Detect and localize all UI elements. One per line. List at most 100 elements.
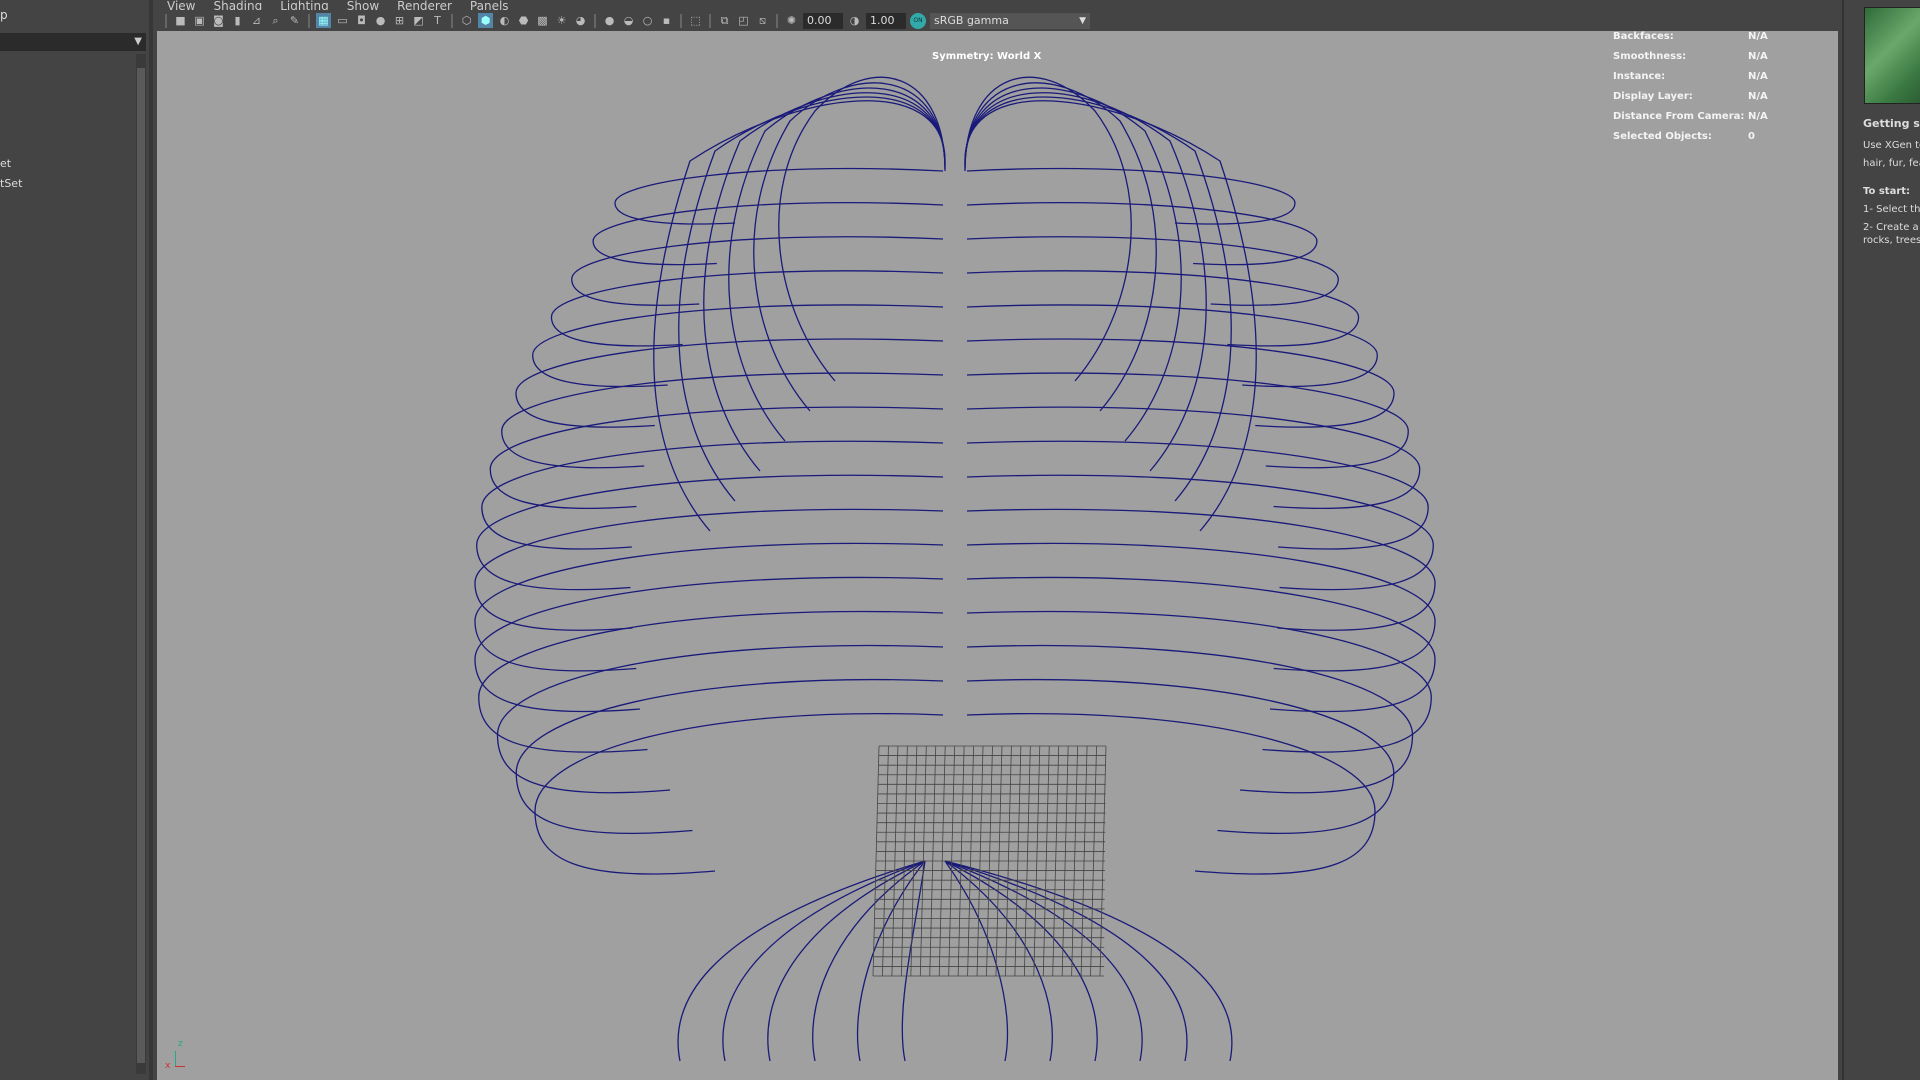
resolution-gate-icon[interactable]: ◘ xyxy=(354,13,369,28)
finger-curve xyxy=(856,860,926,1062)
hud-label: Distance From Camera: xyxy=(1613,111,1745,122)
description: Use XGen to xyxy=(1863,140,1920,151)
x-axis-label: x xyxy=(165,1061,171,1071)
wireframe-icon[interactable]: ⬡ xyxy=(459,13,474,28)
arch-curve xyxy=(753,82,946,412)
divider xyxy=(165,13,167,28)
viewport-toolbar: ■ ▣ ◙ ▮ ⊿ ⌕ ✎ ▦ ▭ ◘ ● ⊞ ◩ T ⬡ ⬢ ◐ ⬣ ▩ ☀ … xyxy=(157,10,1838,31)
chevron-down-icon: ▼ xyxy=(1079,15,1086,26)
xray-joints-icon[interactable]: ◰ xyxy=(736,13,751,28)
film-gate-icon[interactable]: ▭ xyxy=(335,13,350,28)
hud-label: Smoothness: xyxy=(1613,51,1687,62)
grease-pencil-icon[interactable]: ✎ xyxy=(287,13,302,28)
exposure-field[interactable]: 0.00 xyxy=(803,12,843,29)
safe-action-icon[interactable]: ◩ xyxy=(411,13,426,28)
step: 1- Select the xyxy=(1863,204,1920,215)
motion-blur-icon[interactable]: ◒ xyxy=(621,13,636,28)
hud-label: Backfaces: xyxy=(1613,31,1674,42)
arch-curve xyxy=(964,87,1182,442)
rib-curve xyxy=(966,474,1434,591)
rib-curve xyxy=(489,406,944,510)
divider xyxy=(776,13,778,28)
scrollbar[interactable] xyxy=(136,54,146,1074)
arch-curve xyxy=(964,96,1232,502)
lights-icon[interactable]: ☀ xyxy=(554,13,569,28)
color-space-select[interactable]: sRGB gamma ▼ xyxy=(930,12,1090,29)
symmetry-label: Symmetry: World X xyxy=(932,51,1042,62)
arch-curve xyxy=(653,100,946,532)
rib-curve xyxy=(966,372,1409,469)
arch-curve xyxy=(703,92,946,472)
color-management-toggle[interactable]: ON xyxy=(910,12,926,29)
rib-curve xyxy=(474,576,944,713)
rib-curve xyxy=(966,440,1429,550)
divider xyxy=(680,13,682,28)
rib-curve xyxy=(966,610,1432,753)
wireframe-on-shaded-icon[interactable]: ⬣ xyxy=(516,13,531,28)
lock-camera-icon[interactable]: ▣ xyxy=(192,13,207,28)
heading: Getting star xyxy=(1863,117,1920,130)
arch-curve xyxy=(778,76,946,382)
anti-aliasing-icon[interactable]: ○ xyxy=(640,13,655,28)
exposure-icon[interactable]: ✺ xyxy=(784,13,799,28)
hud-value: N/A xyxy=(1748,51,1768,62)
scrollbar-thumb[interactable] xyxy=(137,68,145,1063)
arch-curve xyxy=(678,96,946,502)
menu-shading[interactable]: Shading xyxy=(213,0,262,10)
rib-curve xyxy=(966,678,1395,835)
list-item[interactable]: et xyxy=(0,157,11,170)
smooth-shade-icon[interactable]: ⬢ xyxy=(478,13,493,28)
default-material-icon[interactable]: ◐ xyxy=(497,13,512,28)
menu-view[interactable]: View xyxy=(167,0,195,10)
2d-pan-zoom-icon[interactable]: ⌕ xyxy=(268,13,283,28)
rib-curve xyxy=(550,270,944,347)
xgen-preview-image xyxy=(1864,7,1920,104)
rib-curve xyxy=(592,201,944,266)
outliner-panel: p ▼ et tSet xyxy=(0,0,153,1080)
camera-icon[interactable]: ■ xyxy=(173,13,188,28)
image-plane-icon[interactable]: ⊿ xyxy=(249,13,264,28)
menu-show[interactable]: Show xyxy=(347,0,379,10)
divider xyxy=(308,13,310,28)
finger-curve xyxy=(901,860,926,1062)
hud-value: N/A xyxy=(1748,31,1768,42)
menu-panels[interactable]: Panels xyxy=(470,0,509,10)
gamma-icon[interactable]: ◑ xyxy=(847,13,862,28)
hud-value: N/A xyxy=(1748,71,1768,82)
camera-attributes-icon[interactable]: ◙ xyxy=(211,13,226,28)
gate-mask-icon[interactable]: ● xyxy=(373,13,388,28)
rib-curve xyxy=(481,440,944,550)
hud-label: Instance: xyxy=(1613,71,1666,82)
3d-viewport[interactable]: Symmetry: World X Backfaces: N/A Smoothn… xyxy=(157,31,1838,1080)
rib-curve xyxy=(532,304,944,388)
arch-curve xyxy=(964,100,1257,532)
divider xyxy=(594,13,596,28)
gamma-field[interactable]: 1.00 xyxy=(866,12,906,29)
depth-of-field-icon[interactable]: ▪ xyxy=(659,13,674,28)
rib-curve xyxy=(501,372,944,469)
rib-curve xyxy=(966,270,1360,347)
arch-curve xyxy=(964,76,1132,382)
field-chart-icon[interactable]: ⊞ xyxy=(392,13,407,28)
xgen-panel: Getting star Use XGen to hair, fur, fea … xyxy=(1842,0,1920,1080)
bookmark-icon[interactable]: ▮ xyxy=(230,13,245,28)
rib-curve xyxy=(496,644,944,794)
rib-curve xyxy=(966,644,1414,794)
menu-renderer[interactable]: Renderer xyxy=(397,0,452,10)
panel-dropdown[interactable]: ▼ xyxy=(0,33,146,51)
isolate-select-icon[interactable]: ⬚ xyxy=(688,13,703,28)
safe-title-icon[interactable]: T xyxy=(430,13,445,28)
menu-lighting[interactable]: Lighting xyxy=(280,0,329,10)
shadows-icon[interactable]: ◕ xyxy=(573,13,588,28)
xray-icon[interactable]: ⧉ xyxy=(717,13,732,28)
ambient-occlusion-icon[interactable]: ● xyxy=(602,13,617,28)
rib-curve xyxy=(966,201,1318,266)
grid-icon[interactable]: ▦ xyxy=(316,13,331,28)
textured-icon[interactable]: ▩ xyxy=(535,13,550,28)
axis-gizmo: z x xyxy=(165,1039,185,1071)
list-item[interactable]: tSet xyxy=(0,177,22,190)
rib-curve xyxy=(966,542,1436,672)
rib-curve xyxy=(474,542,944,672)
xray-components-icon[interactable]: ⧅ xyxy=(755,13,770,28)
subheading: To start: xyxy=(1863,186,1911,197)
